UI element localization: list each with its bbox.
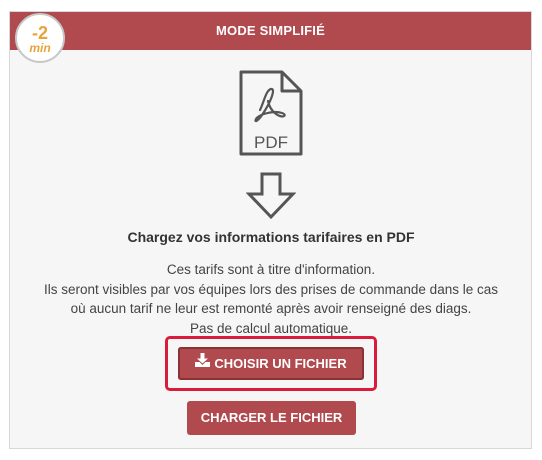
description-line: Ils seront visibles par vos équipes lors… xyxy=(44,281,498,297)
upload-heading: Chargez vos informations tarifaires en P… xyxy=(127,229,415,245)
description-line: où aucun tarif ne leur est remonté après… xyxy=(70,301,472,316)
panel-header: MODE SIMPLIFIÉ xyxy=(10,12,531,50)
time-badge-unit: min xyxy=(29,41,51,55)
time-badge: -2 min xyxy=(15,13,65,63)
time-badge-value: -2 xyxy=(31,23,48,43)
choose-file-button[interactable]: CHOISIR UN FICHIER xyxy=(178,347,364,380)
choose-file-label: CHOISIR UN FICHIER xyxy=(214,356,347,371)
upload-file-button[interactable]: CHARGER LE FICHIER xyxy=(187,401,356,435)
pdf-file-icon: PDF xyxy=(238,69,304,162)
pdf-icon-label: PDF xyxy=(254,133,288,152)
upload-description: Ces tarifs sont à titre d'information. I… xyxy=(0,260,542,338)
description-line: Ces tarifs sont à titre d'information. xyxy=(166,262,376,277)
down-arrow-icon xyxy=(245,172,297,225)
download-icon xyxy=(195,346,211,379)
